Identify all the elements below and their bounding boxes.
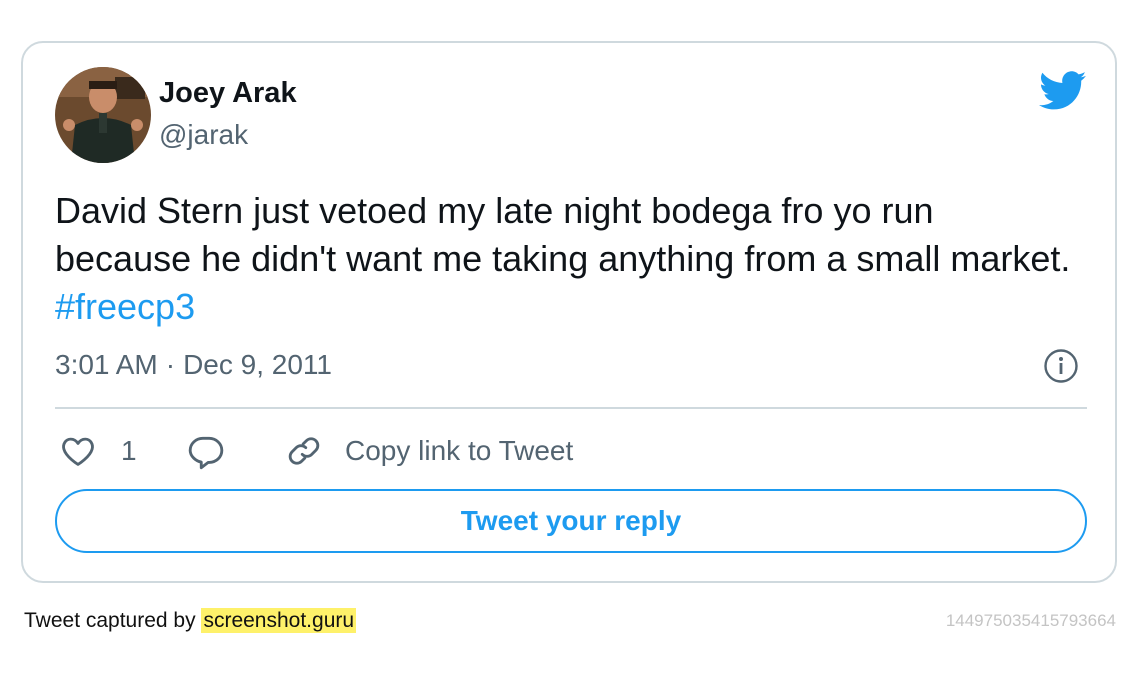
avatar-image — [55, 67, 151, 163]
avatar[interactable] — [55, 67, 151, 163]
like-count: 1 — [121, 435, 137, 466]
copy-link-label: Copy link to Tweet — [345, 435, 574, 466]
copy-link-button[interactable]: Copy link to Tweet — [285, 429, 573, 473]
tweet-body: David Stern just vetoed my late night bo… — [55, 190, 1071, 279]
tweet-date: Dec 9, 2011 — [183, 349, 332, 380]
user-name[interactable]: Joey Arak — [159, 77, 297, 110]
twitter-bird-icon[interactable] — [1039, 71, 1087, 111]
link-icon — [288, 437, 320, 465]
timestamp-separator: · — [165, 349, 176, 380]
tweet-timestamp[interactable]: 3:01 AM · Dec 9, 2011 — [55, 349, 332, 381]
tweet-time: 3:01 AM — [55, 349, 158, 380]
tweet-text: David Stern just vetoed my late night bo… — [55, 187, 1075, 331]
divider — [55, 407, 1087, 409]
user-handle[interactable]: @jarak — [159, 119, 248, 151]
capture-credit: Tweet captured by screenshot.guru — [24, 608, 357, 633]
action-bar: 1 Copy link to Tweet — [59, 429, 1089, 473]
reply-button[interactable] — [187, 429, 225, 473]
tweet-id: 144975035415793664 — [945, 611, 1116, 630]
like-button[interactable]: 1 — [59, 429, 137, 473]
tweet-reply-button[interactable]: Tweet your reply — [55, 489, 1087, 553]
capture-credit-prefix: Tweet captured by — [24, 609, 196, 632]
reply-icon — [188, 436, 224, 470]
capture-site-link[interactable]: screenshot.guru — [201, 608, 357, 633]
heart-icon — [62, 437, 94, 466]
info-icon[interactable] — [1043, 348, 1079, 384]
hashtag-link[interactable]: #freecp3 — [55, 286, 195, 327]
tweet-card: Joey Arak @jarak David Stern just vetoed… — [21, 41, 1117, 583]
